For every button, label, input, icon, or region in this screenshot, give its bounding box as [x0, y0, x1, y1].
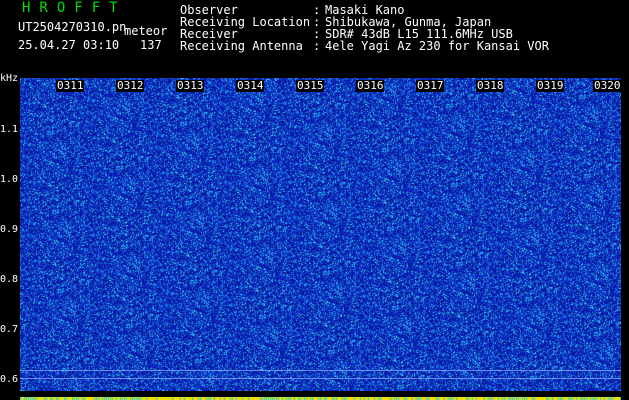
reference-line: [20, 378, 621, 379]
file-name: UT2504270310.pn: [18, 20, 127, 34]
station-info: Observer : Masaki Kano Receiving Locatio…: [180, 4, 549, 52]
y-tick-label: 1.1: [0, 124, 19, 135]
x-tick-label: 0316: [356, 80, 384, 92]
x-tick-label: 0312: [116, 80, 144, 92]
header-panel: HROFFT UT2504270310.pn meteor 25.04.27 0…: [0, 0, 629, 78]
y-axis: 1.1 1.0 0.9 0.8 0.7 0.6: [0, 78, 20, 390]
signal-level-strip: [20, 391, 621, 400]
y-tick-label: 0.7: [0, 324, 19, 335]
x-tick-label: 0318: [476, 80, 504, 92]
info-row-antenna: Receiving Antenna : 4ele Yagi Az 230 for…: [180, 40, 549, 52]
x-tick-label: 0311: [56, 80, 84, 92]
datetime: 25.04.27 03:10: [18, 38, 120, 52]
info-sep: :: [313, 39, 321, 53]
info-key: Receiving Antenna: [180, 39, 303, 53]
app-title: HROFFT: [22, 0, 127, 16]
mode-label: meteor: [124, 24, 168, 38]
spectrogram-canvas: [20, 78, 621, 391]
x-tick-label: 0319: [536, 80, 564, 92]
y-tick-label: 1.0: [0, 174, 19, 185]
info-value: 4ele Yagi Az 230 for Kansai VOR: [325, 39, 549, 53]
y-tick-label: 0.8: [0, 274, 19, 285]
y-tick-label: 0.9: [0, 224, 19, 235]
x-tick-label: 0315: [296, 80, 324, 92]
x-tick-label: 0317: [416, 80, 444, 92]
y-tick-label: 0.6: [0, 374, 19, 385]
x-tick-label: 0314: [236, 80, 264, 92]
right-margin: [621, 78, 629, 400]
reference-line: [20, 370, 621, 371]
count: 137: [140, 38, 162, 52]
waterfall-spectrogram[interactable]: [20, 78, 621, 391]
x-tick-label: 0313: [176, 80, 204, 92]
